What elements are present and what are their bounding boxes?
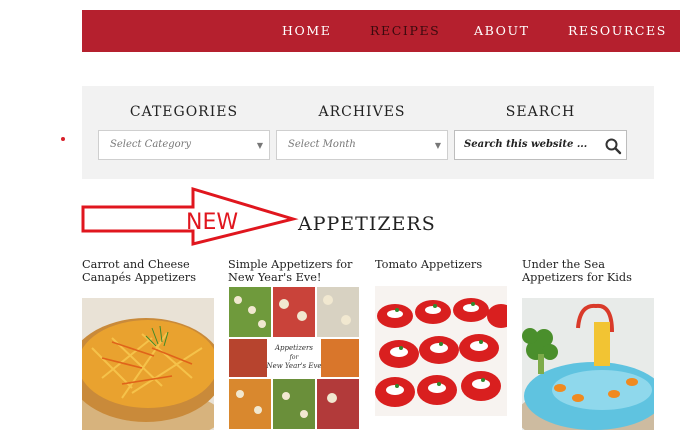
category-select-value: Select Category [110,139,192,150]
main-navigation-bar: HOME RECIPES ABOUT RESOURCES [82,10,680,52]
archives-heading: ARCHIVES [318,104,406,120]
carrot-canape-photo[interactable] [82,298,214,430]
nav-home-link[interactable]: HOME [282,23,331,38]
recipe-card[interactable]: Tomato Appetizers [375,258,515,416]
recipe-card[interactable]: Simple Appetizers for New Year's Eve! Ap… [228,258,368,430]
collage-caption-line-1: Appetizers [274,344,313,352]
recipe-card[interactable]: Carrot and Cheese Canapés Appetizers [82,258,222,430]
archive-month-select[interactable]: Select Month ▼ [276,130,448,160]
chevron-down-icon: ▼ [434,141,441,150]
search-placeholder: Search this website ... [464,139,588,150]
recipe-card[interactable]: Under the Sea Appetizers for Kids [522,258,662,430]
filter-panel: CATEGORIES Select Category ▼ ARCHIVES Se… [82,86,654,179]
search-icon[interactable] [604,137,622,155]
new-years-appetizers-collage[interactable]: Appetizers for New Year's Eve [228,286,360,430]
collage-caption-line-2: for [289,354,300,361]
nav-recipes-link[interactable]: RECIPES [370,23,440,38]
category-select[interactable]: Select Category ▼ [98,130,270,160]
chevron-down-icon: ▼ [256,141,263,150]
stray-dot-mark [61,137,65,141]
recipe-card-title[interactable]: Tomato Appetizers [375,258,515,271]
recipe-card-title[interactable]: Under the Sea Appetizers for Kids [522,258,662,284]
section-title: APPETIZERS [298,213,436,235]
nav-about-link[interactable]: ABOUT [474,23,530,38]
recipe-card-title[interactable]: Simple Appetizers for New Year's Eve! [228,258,368,284]
search-heading: SEARCH [505,104,576,120]
archive-select-value: Select Month [288,139,356,150]
under-the-sea-photo[interactable] [522,298,654,430]
search-input[interactable]: Search this website ... [454,130,627,160]
nav-resources-link[interactable]: RESOURCES [568,23,667,38]
collage-caption-line-3: New Year's Eve [265,362,321,370]
categories-heading: CATEGORIES [129,104,239,120]
tomato-appetizers-photo[interactable] [375,286,507,416]
recipe-card-title[interactable]: Carrot and Cheese Canapés Appetizers [82,258,222,284]
new-annotation-label: NEW [186,210,239,235]
